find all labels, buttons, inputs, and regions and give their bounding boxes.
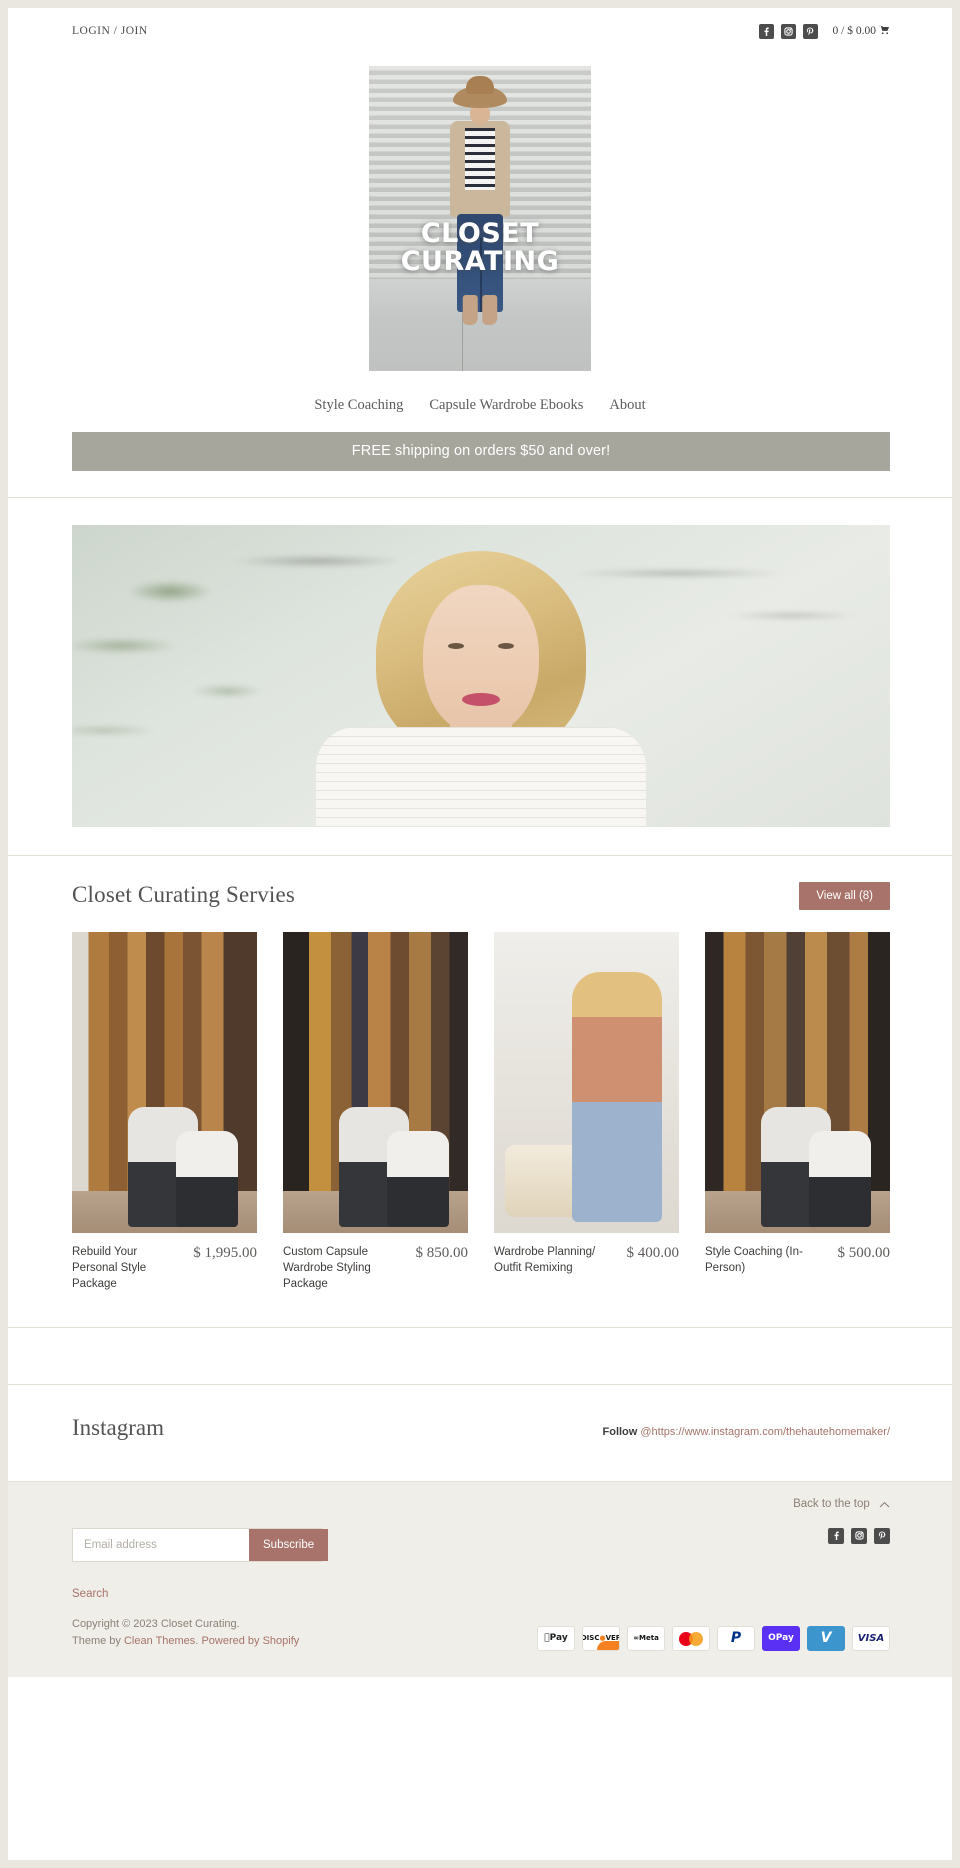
- product-title[interactable]: Rebuild Your Personal Style Package: [72, 1245, 179, 1293]
- facebook-icon[interactable]: [828, 1527, 844, 1544]
- meta-pay-icon: ∞Meta: [627, 1625, 665, 1651]
- back-to-top[interactable]: Back to the top: [72, 1498, 890, 1510]
- empty-section: [8, 1327, 952, 1384]
- logo-figure-boot-left: [462, 295, 478, 325]
- hero-image: [72, 525, 890, 827]
- product-card[interactable]: Style Coaching (In-Person) $ 500.00: [705, 932, 890, 1293]
- instagram-icon[interactable]: [851, 1527, 867, 1544]
- product-image-person-kneeling: [808, 1131, 871, 1227]
- product-image-person-kneeling: [175, 1131, 238, 1227]
- product-title[interactable]: Wardrobe Planning/ Outfit Remixing: [494, 1245, 601, 1277]
- product-title[interactable]: Style Coaching (In-Person): [705, 1245, 812, 1277]
- pinterest-icon[interactable]: [802, 23, 818, 39]
- product-meta: Wardrobe Planning/ Outfit Remixing $ 400…: [494, 1245, 679, 1277]
- cart-link[interactable]: 0 / $ 0.00: [833, 25, 890, 38]
- payment-methods: Pay DISC●VER ∞Meta P OPay V VISA: [537, 1625, 890, 1651]
- back-to-top-link[interactable]: Back to the top: [793, 1498, 870, 1510]
- nav-item-capsule-wardrobe-ebooks[interactable]: Capsule Wardrobe Ebooks: [416, 397, 596, 414]
- instagram-handle-link[interactable]: @https://www.instagram.com/thehautehomem…: [640, 1426, 890, 1438]
- site-logo[interactable]: CLOSET CURATING: [8, 54, 952, 371]
- instagram-icon[interactable]: [780, 23, 796, 39]
- chevron-up-icon[interactable]: [879, 1499, 890, 1511]
- logo-figure-hat: [453, 76, 507, 108]
- hero-lips: [462, 693, 500, 706]
- top-bar: LOGIN / JOIN 0 / $ 0.00: [8, 8, 952, 54]
- footer-bottom: Copyright © 2023 Closet Curating. Theme …: [72, 1600, 890, 1651]
- cart-total: 0 / $ 0.00: [832, 25, 876, 37]
- theme-link[interactable]: Clean Themes: [124, 1635, 195, 1647]
- footer-link-search[interactable]: Search: [72, 1588, 108, 1600]
- page-container: LOGIN / JOIN 0 / $ 0.00 CLOSET CURATING …: [8, 8, 952, 1860]
- logo-image: CLOSET CURATING: [369, 66, 591, 371]
- nav-item-style-coaching[interactable]: Style Coaching: [301, 397, 416, 414]
- copyright-block: Copyright © 2023 Closet Curating. Theme …: [72, 1616, 299, 1651]
- instagram-section: Instagram Follow @https://www.instagram.…: [8, 1384, 952, 1481]
- product-image[interactable]: [705, 932, 890, 1233]
- nav-item-about[interactable]: About: [596, 397, 658, 414]
- product-image-person-kneeling: [386, 1131, 449, 1227]
- product-image[interactable]: [72, 932, 257, 1233]
- footer-social-links: [828, 1527, 890, 1544]
- logo-text-line1: CLOSET: [420, 218, 540, 249]
- mastercard-icon: [672, 1625, 710, 1651]
- product-image[interactable]: [494, 932, 679, 1233]
- logo-figure-top: [465, 128, 495, 190]
- product-price: $ 400.00: [626, 1245, 680, 1261]
- product-meta: Custom Capsule Wardrobe Styling Package …: [283, 1245, 468, 1293]
- main-navigation: Style Coaching Capsule Wardrobe Ebooks A…: [8, 371, 952, 432]
- instagram-follow-label: Follow: [602, 1425, 638, 1438]
- product-price: $ 1,995.00: [193, 1245, 257, 1261]
- powered-by-shopify-link[interactable]: Powered by Shopify: [201, 1635, 299, 1647]
- hero-section: [8, 498, 952, 855]
- instagram-follow: Follow @https://www.instagram.com/thehau…: [603, 1426, 891, 1438]
- shop-pay-icon: OPay: [762, 1625, 800, 1651]
- product-title[interactable]: Custom Capsule Wardrobe Styling Package: [283, 1245, 390, 1293]
- product-card[interactable]: Wardrobe Planning/ Outfit Remixing $ 400…: [494, 932, 679, 1293]
- footer-links: Search: [72, 1588, 890, 1600]
- product-price: $ 500.00: [837, 1245, 891, 1261]
- site-footer: Back to the top Subscribe: [8, 1480, 952, 1677]
- cart-icon: [879, 25, 890, 38]
- product-card[interactable]: Rebuild Your Personal Style Package $ 1,…: [72, 932, 257, 1293]
- facebook-icon[interactable]: [758, 23, 774, 39]
- promo-banner-wrap: FREE shipping on orders $50 and over!: [8, 432, 952, 471]
- promo-banner: FREE shipping on orders $50 and over!: [72, 432, 890, 471]
- logo-figure-boot-right: [482, 295, 498, 325]
- theme-credit-line: Theme by Clean Themes. Powered by Shopif…: [72, 1633, 299, 1651]
- footer-row: Subscribe: [72, 1527, 890, 1562]
- hero-eye-left: [448, 643, 464, 649]
- product-image-model: [571, 972, 662, 1222]
- hero-blouse: [316, 727, 646, 827]
- product-meta: Rebuild Your Personal Style Package $ 1,…: [72, 1245, 257, 1293]
- top-bar-right: 0 / $ 0.00: [758, 23, 890, 39]
- paypal-icon: P: [717, 1625, 755, 1651]
- products-section: Closet Curating Servies View all (8) Reb…: [8, 856, 952, 1327]
- logo-text-line2: CURATING: [400, 245, 560, 277]
- email-field[interactable]: [73, 1529, 249, 1560]
- product-grid: Rebuild Your Personal Style Package $ 1,…: [72, 932, 890, 1293]
- logo-overlay-text: CLOSET CURATING: [369, 220, 591, 275]
- subscribe-button[interactable]: Subscribe: [249, 1528, 329, 1561]
- login-join-link[interactable]: LOGIN / JOIN: [72, 25, 148, 37]
- view-all-button[interactable]: View all (8): [799, 882, 890, 910]
- product-card[interactable]: Custom Capsule Wardrobe Styling Package …: [283, 932, 468, 1293]
- product-meta: Style Coaching (In-Person) $ 500.00: [705, 1245, 890, 1277]
- product-price: $ 850.00: [415, 1245, 469, 1261]
- venmo-icon: V: [807, 1625, 845, 1651]
- product-image[interactable]: [283, 932, 468, 1233]
- apple-pay-icon: Pay: [537, 1625, 575, 1651]
- page-title: Closet Curating Servies: [72, 882, 296, 907]
- copyright-line: Copyright © 2023 Closet Curating.: [72, 1617, 240, 1630]
- instagram-title: Instagram: [72, 1414, 164, 1440]
- visa-icon: VISA: [852, 1625, 890, 1651]
- hero-eye-right: [498, 643, 514, 649]
- theme-by-prefix: Theme by: [72, 1635, 124, 1648]
- pinterest-icon[interactable]: [874, 1527, 890, 1544]
- newsletter-signup: Subscribe: [72, 1527, 329, 1562]
- products-header: Closet Curating Servies View all (8): [72, 882, 890, 910]
- discover-icon: DISC ● VER: [582, 1625, 620, 1651]
